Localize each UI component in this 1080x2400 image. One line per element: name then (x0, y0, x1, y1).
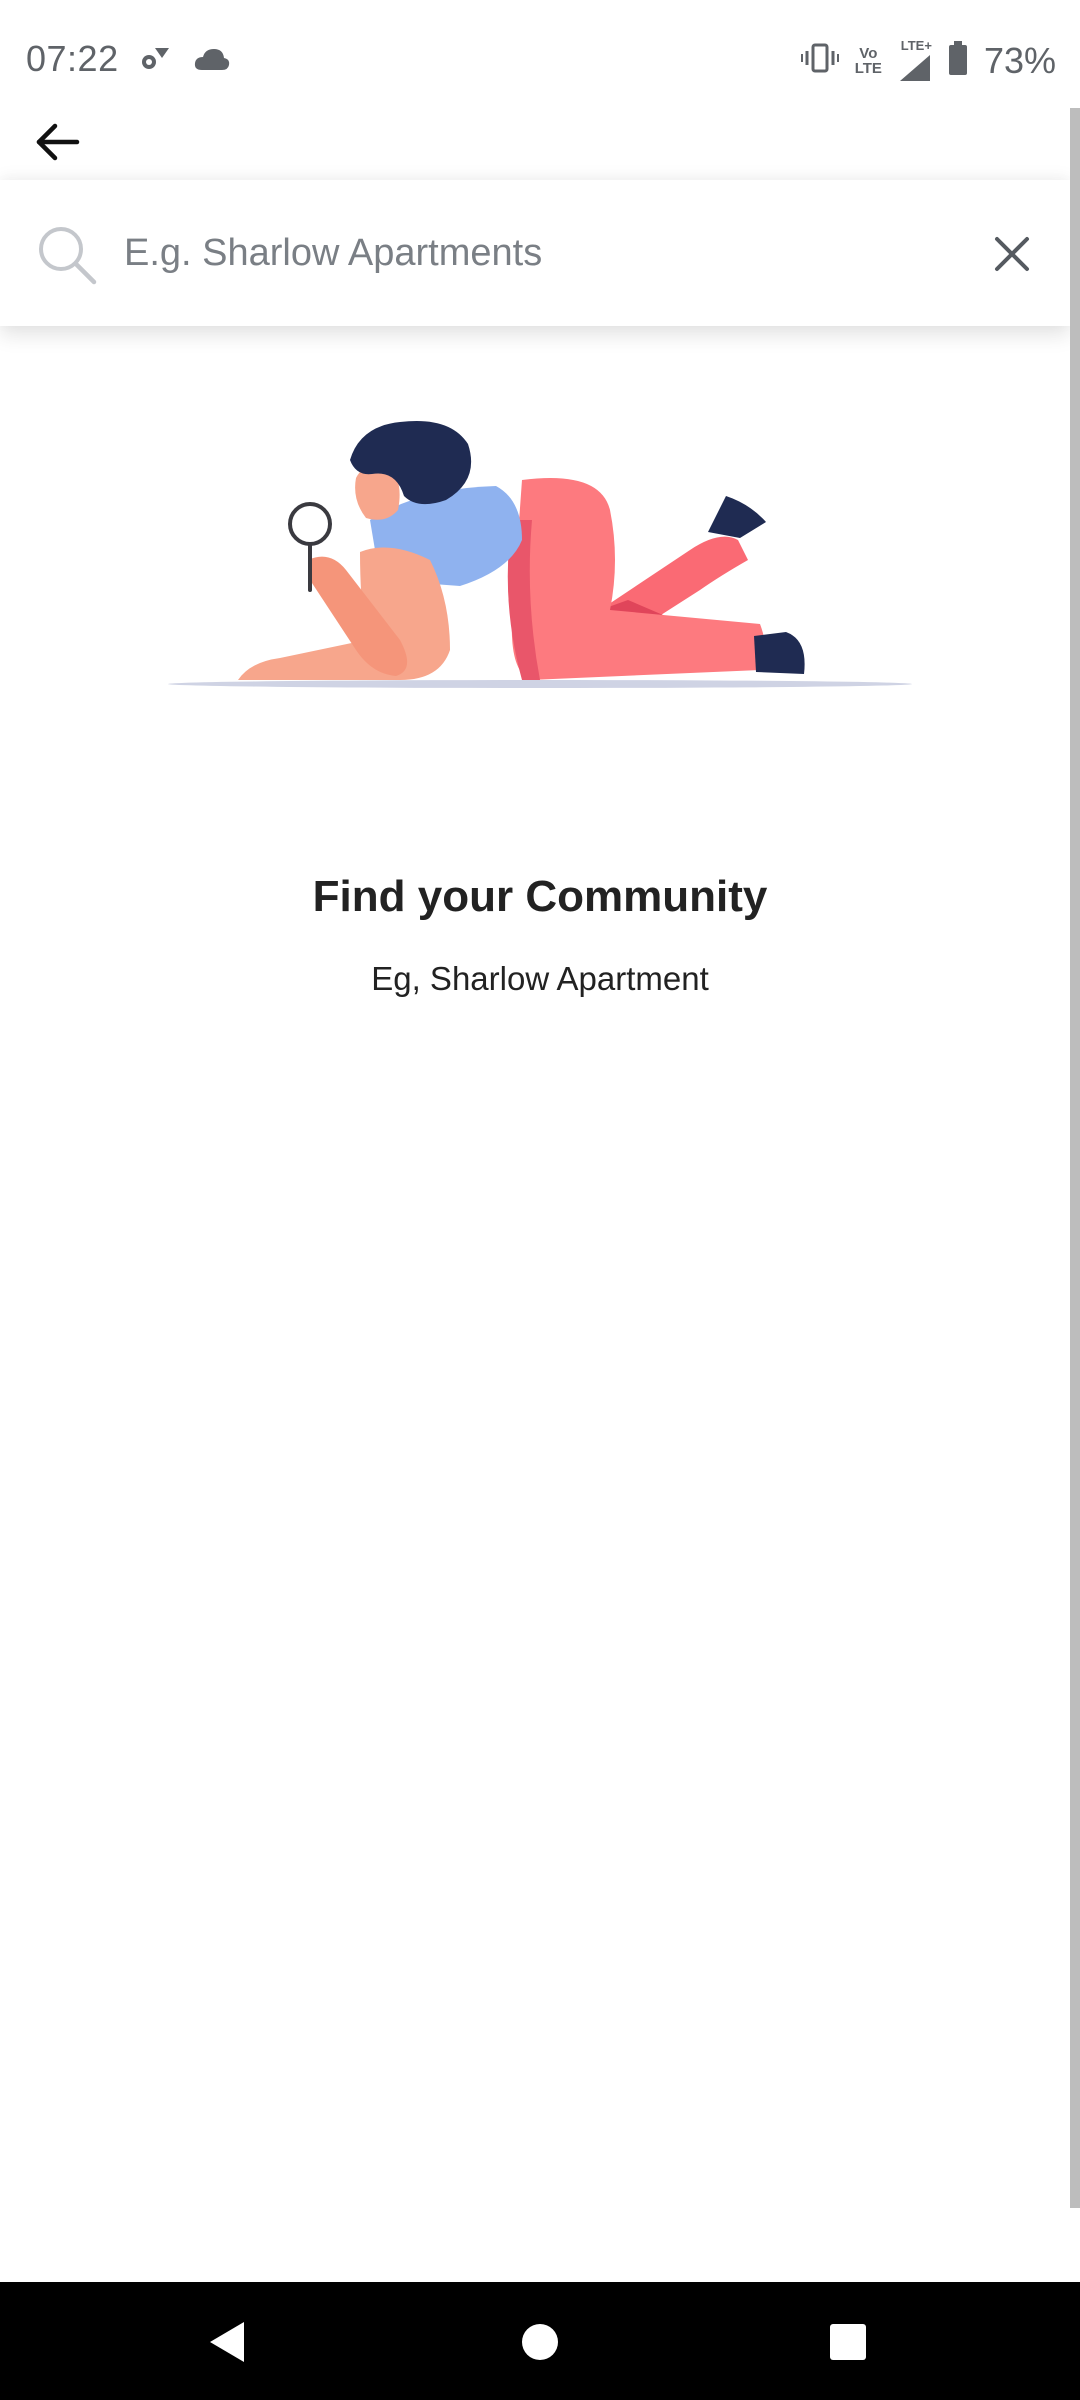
battery-percent: 73% (983, 39, 1056, 81)
search-input[interactable] (124, 218, 944, 288)
square-recents-icon (830, 2324, 866, 2360)
scrollbar[interactable] (1070, 108, 1080, 2208)
search-illustration (160, 400, 920, 710)
status-right-icons: Vo LTE LTE+ 73% (800, 38, 1056, 83)
close-icon (995, 237, 1029, 271)
status-bar: 07:22 Vo LTE LTE+ 73% (0, 0, 1080, 110)
battery-icon (948, 41, 968, 80)
status-left-icons (135, 44, 231, 79)
nav-back-button[interactable] (198, 2312, 258, 2372)
settings-gear-icon (135, 44, 171, 79)
back-button[interactable] (28, 112, 88, 172)
signal-icon: LTE+ (898, 38, 932, 83)
nav-recents-button[interactable] (818, 2312, 878, 2372)
nav-home-button[interactable] (510, 2312, 570, 2372)
vibrate-icon (800, 41, 839, 80)
status-time: 07:22 (26, 38, 119, 79)
search-icon (36, 224, 98, 291)
empty-state-subtitle: Eg, Sharlow Apartment (371, 960, 709, 997)
volte-icon: Vo LTE (854, 44, 882, 77)
search-bar (0, 180, 1070, 326)
arrow-left-icon (36, 123, 80, 161)
circle-home-icon (522, 2324, 558, 2360)
clear-search-button[interactable] (982, 224, 1042, 284)
triangle-back-icon (210, 2322, 244, 2362)
empty-state-title: Find your Community (312, 872, 768, 921)
cloud-icon (193, 46, 231, 77)
navigation-bar (0, 2282, 1080, 2400)
